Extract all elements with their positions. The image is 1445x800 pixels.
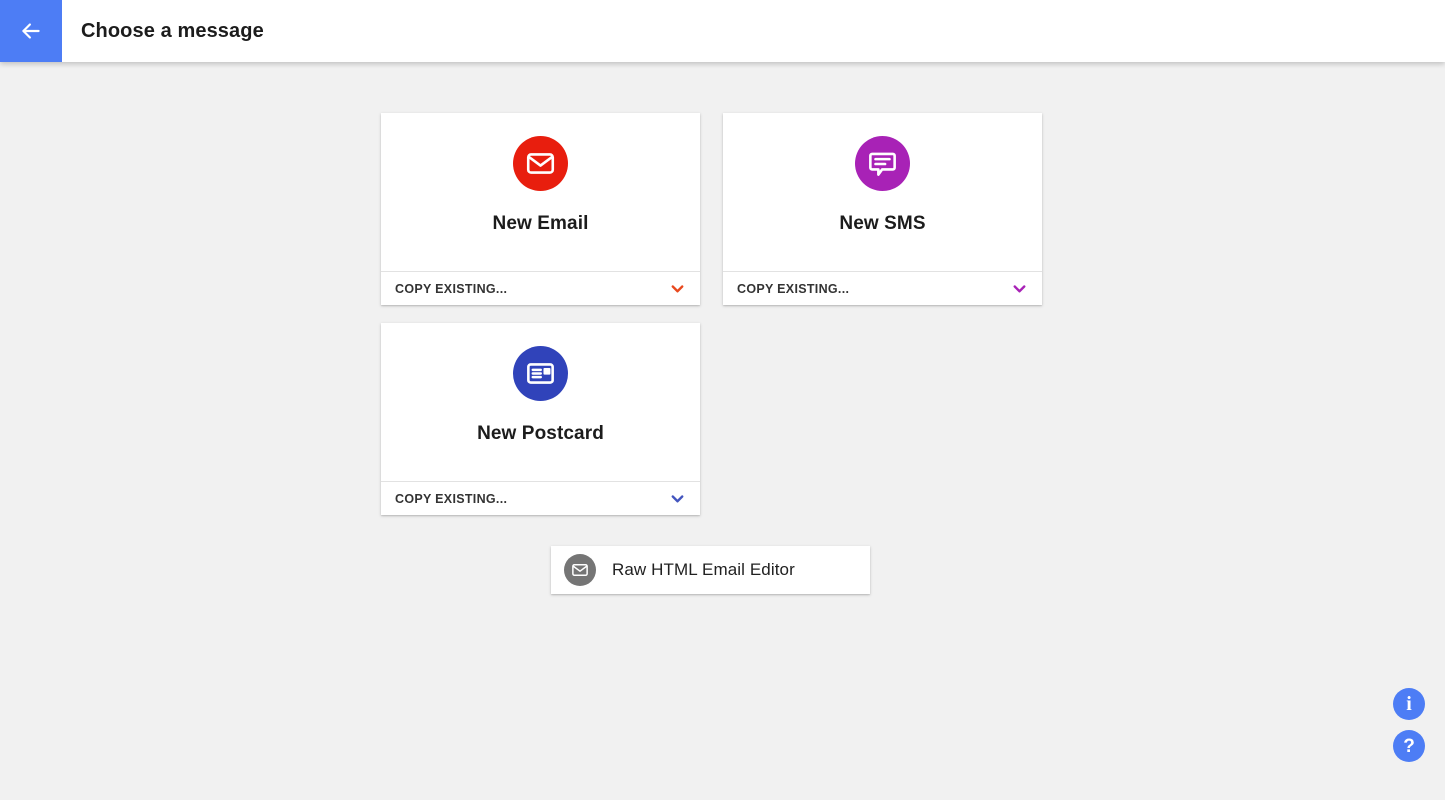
card-new-sms-copy-existing[interactable]: COPY EXISTING... [723, 271, 1042, 305]
postcard-icon [513, 346, 568, 401]
help-button[interactable]: ? [1393, 730, 1425, 762]
card-new-sms-body[interactable]: New SMS [723, 113, 1042, 271]
main-content: New Email COPY EXISTING... [0, 62, 1445, 800]
chevron-down-icon[interactable] [1010, 279, 1029, 298]
card-new-email-title: New Email [493, 213, 589, 235]
card-new-email[interactable]: New Email COPY EXISTING... [381, 113, 700, 305]
card-row-1: New Email COPY EXISTING... [381, 113, 1061, 305]
mail-outline-icon [564, 554, 596, 586]
floating-action-button-stack: i ? [1393, 688, 1425, 762]
mail-icon [513, 136, 568, 191]
card-new-email-copy-existing[interactable]: COPY EXISTING... [381, 271, 700, 305]
card-new-postcard-copy-existing[interactable]: COPY EXISTING... [381, 481, 700, 515]
card-new-sms-title: New SMS [839, 213, 925, 235]
card-new-email-copy-existing-label: COPY EXISTING... [395, 282, 507, 296]
chevron-down-icon[interactable] [668, 279, 687, 298]
app-header: Choose a message [0, 0, 1445, 62]
info-icon: i [1406, 694, 1412, 714]
back-button[interactable] [0, 0, 62, 62]
card-new-postcard[interactable]: New Postcard COPY EXISTING... [381, 323, 700, 515]
raw-html-email-editor-label: Raw HTML Email Editor [612, 560, 795, 580]
card-new-postcard-body[interactable]: New Postcard [381, 323, 700, 481]
card-new-postcard-title: New Postcard [477, 423, 604, 445]
info-button[interactable]: i [1393, 688, 1425, 720]
card-new-postcard-copy-existing-label: COPY EXISTING... [395, 492, 507, 506]
arrow-left-icon [18, 18, 44, 44]
chevron-down-icon[interactable] [668, 489, 687, 508]
card-new-sms[interactable]: New SMS COPY EXISTING... [723, 113, 1042, 305]
raw-html-email-editor-button[interactable]: Raw HTML Email Editor [551, 546, 870, 594]
card-new-sms-copy-existing-label: COPY EXISTING... [737, 282, 849, 296]
message-type-card-grid: New Email COPY EXISTING... [381, 113, 1061, 533]
help-icon: ? [1403, 737, 1415, 756]
card-row-2: New Postcard COPY EXISTING... [381, 323, 1061, 515]
page-title: Choose a message [62, 0, 264, 62]
card-new-email-body[interactable]: New Email [381, 113, 700, 271]
chat-bubble-icon [855, 136, 910, 191]
